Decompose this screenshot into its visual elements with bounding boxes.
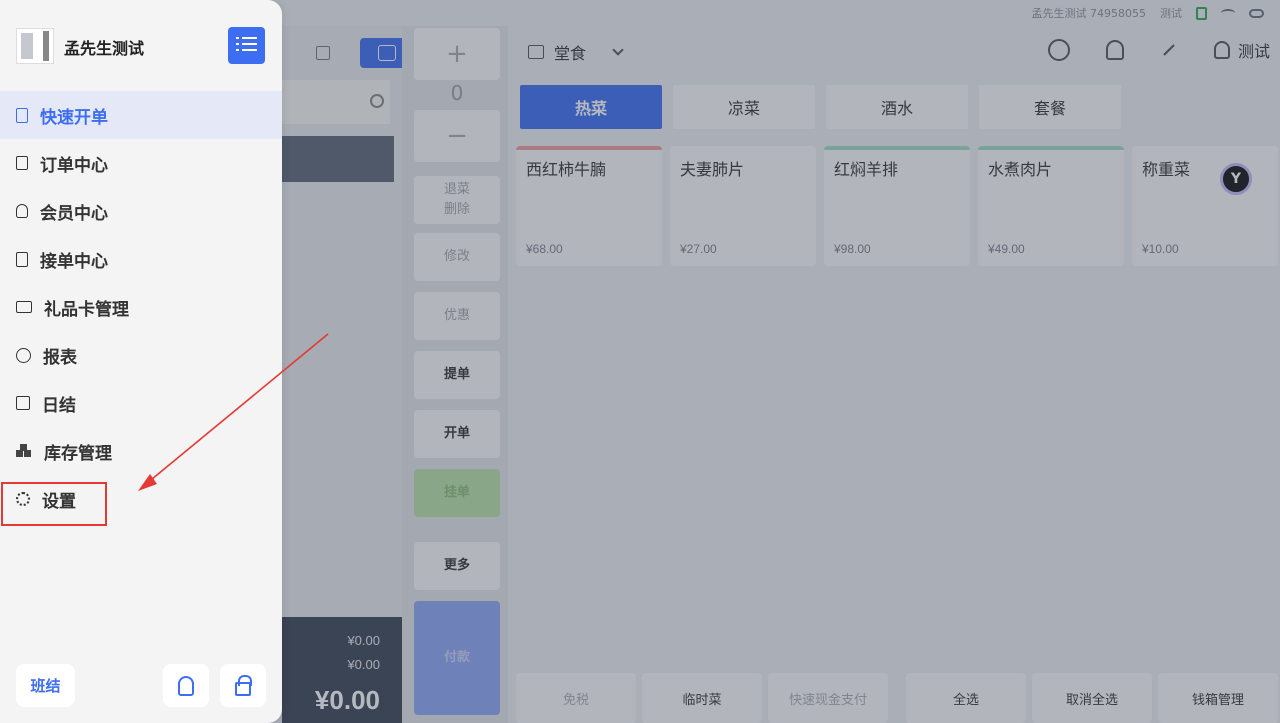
calendar-list-icon <box>16 396 30 410</box>
side-drawer: 孟先生测试 快速开单 订单中心 会员中心 接单中心 礼品卡管理 报表 日结 库存… <box>0 0 282 723</box>
drawer-header: 孟先生测试 <box>0 0 282 90</box>
clipboard-icon <box>16 251 28 267</box>
nav-item-gift-cards[interactable]: 礼品卡管理 <box>0 283 282 331</box>
list-doc-icon <box>16 156 28 170</box>
store-name: 孟先生测试 <box>64 39 145 58</box>
settings-highlight-box <box>1 482 107 526</box>
nav-item-order-intake[interactable]: 接单中心 <box>0 235 282 283</box>
user-icon <box>178 675 194 696</box>
nav-item-members[interactable]: 会员中心 <box>0 187 282 235</box>
doc-plus-icon <box>16 107 28 123</box>
nav-item-daily-close[interactable]: 日结 <box>0 379 282 427</box>
shift-handover-button[interactable]: 班结 <box>16 664 75 707</box>
nav-label: 日结 <box>42 395 76 416</box>
account-button[interactable] <box>163 664 209 707</box>
nav-label: 库存管理 <box>44 443 112 464</box>
drawer-footer: 班结 <box>16 664 266 707</box>
nav-label: 接单中心 <box>40 251 108 272</box>
nav-label: 礼品卡管理 <box>44 299 129 320</box>
nav-label: 快速开单 <box>40 107 108 128</box>
user-icon <box>16 204 28 218</box>
store-logo <box>16 28 54 64</box>
nav-item-quick-order[interactable]: 快速开单 <box>0 91 282 139</box>
pie-chart-icon <box>16 347 31 363</box>
nav-item-orders[interactable]: 订单中心 <box>0 139 282 187</box>
list-icon <box>236 37 257 39</box>
lock-screen-button[interactable] <box>220 664 266 707</box>
nav-label: 会员中心 <box>40 203 108 224</box>
nav-label: 订单中心 <box>40 155 108 176</box>
card-icon <box>16 301 32 313</box>
nav-item-inventory[interactable]: 库存管理 <box>0 427 282 475</box>
menu-toggle-button[interactable] <box>228 27 265 64</box>
boxes-icon <box>16 444 32 458</box>
drawer-nav: 快速开单 订单中心 会员中心 接单中心 礼品卡管理 报表 日结 库存管理 设置 <box>0 91 282 523</box>
nav-label: 报表 <box>43 347 77 368</box>
lock-icon <box>235 674 252 696</box>
nav-item-reports[interactable]: 报表 <box>0 331 282 379</box>
